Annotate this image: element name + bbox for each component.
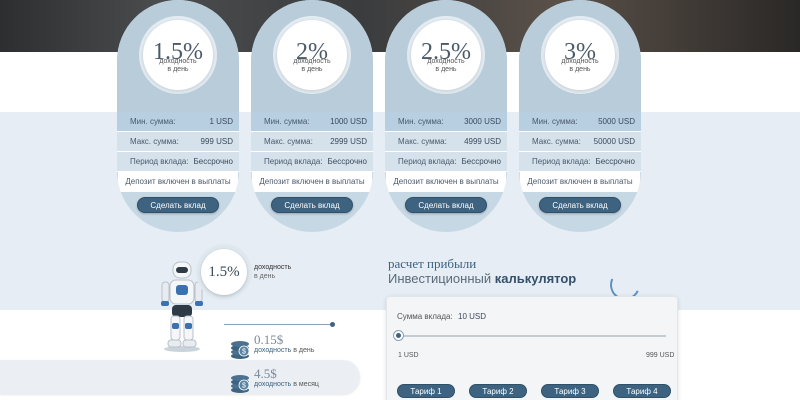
plan-period-row: Период вклада: Бессрочно [251,152,373,172]
divider-dot [330,322,335,327]
monthly-earnings-bar [0,360,360,394]
tariff-2-button[interactable]: Тариф 2 [469,384,527,398]
monthly-earnings-value: 4.5$ [254,366,277,381]
monthly-earnings-label: доходность в месяц [254,381,319,388]
plan-period-row: Период вклада: Бессрочно [385,152,507,172]
plan-min-row: Мин. сумма: 1 USD [117,112,239,132]
tariff-1-button[interactable]: Тариф 1 [397,384,455,398]
plan-min-row: Мин. сумма: 3000 USD [385,112,507,132]
svg-text:$: $ [242,383,246,390]
make-deposit-button[interactable]: Сделать вклад [137,197,219,213]
plan-max-row: Макс. сумма: 4999 USD [385,132,507,152]
plan-rate-period: в день [167,66,189,73]
plan-card-1: 1.5% доходность в день Мин. сумма: 1 USD … [117,0,239,232]
deposit-sum-label: Сумма вклада: [397,312,453,321]
plan-note: Депозит включен в выплаты [251,172,373,192]
plan-rate-period: в день [569,66,591,73]
plan-card-4: 3% доходность в день Мин. сумма: 5000 USD… [519,0,641,232]
plan-card-3: 2.5% доходность в день Мин. сумма: 3000 U… [385,0,507,232]
svg-text:$: $ [242,349,246,356]
tariff-4-button[interactable]: Тариф 4 [613,384,671,398]
calculator-title: Инвестиционный калькулятор [388,271,577,286]
coins-icon: $ [231,341,250,359]
plan-min-row: Мин. сумма: 1000 USD [251,112,373,132]
result-rate: 1.5% [201,249,247,295]
deposit-slider-handle[interactable] [393,330,404,341]
plan-rate-disc: 2% доходность в день [277,20,347,90]
deposit-sum-value: 10 USD [458,312,487,321]
make-deposit-button[interactable]: Сделать вклад [405,197,487,213]
divider-line [224,324,332,325]
plan-max-row: Макс. сумма: 2999 USD [251,132,373,152]
slider-min-label: 1 USD [398,352,419,359]
result-rate-label: доходность [254,264,292,271]
coins-icon: $ [231,375,250,393]
plan-note: Депозит включен в выплаты [385,172,507,192]
plan-note: Депозит включен в выплаты [519,172,641,192]
plan-rate-disc: 3% доходность в день [545,20,615,90]
result-rate-period: в день [254,273,276,280]
tariff-3-button[interactable]: Тариф 3 [541,384,599,398]
plan-min-row: Мин. сумма: 5000 USD [519,112,641,132]
plan-period-row: Период вклада: Бессрочно [117,152,239,172]
make-deposit-button[interactable]: Сделать вклад [539,197,621,213]
deposit-slider-track[interactable] [398,335,666,337]
plan-rate-label: доходность [561,58,599,65]
plan-rate-period: в день [301,66,323,73]
daily-earnings-value: 0.15$ [254,332,284,347]
plan-period-row: Период вклада: Бессрочно [519,152,641,172]
plan-max-row: Макс. сумма: 999 USD [117,132,239,152]
plan-rate-disc: 1.5% доходность в день [143,20,213,90]
plan-max-row: Макс. сумма: 50000 USD [519,132,641,152]
make-deposit-button[interactable]: Сделать вклад [271,197,353,213]
slider-max-label: 999 USD [646,352,675,359]
plan-rate-period: в день [435,66,457,73]
daily-earnings-label: доходность в день [254,347,315,354]
plan-card-2: 2% доходность в день Мин. сумма: 1000 USD… [251,0,373,232]
plan-note: Депозит включен в выплаты [117,172,239,192]
plan-rate-label: доходность [293,58,331,65]
calculator-subtitle: расчет прибыли [388,256,477,271]
plan-rate-disc: 2.5% доходность в день [411,20,481,90]
